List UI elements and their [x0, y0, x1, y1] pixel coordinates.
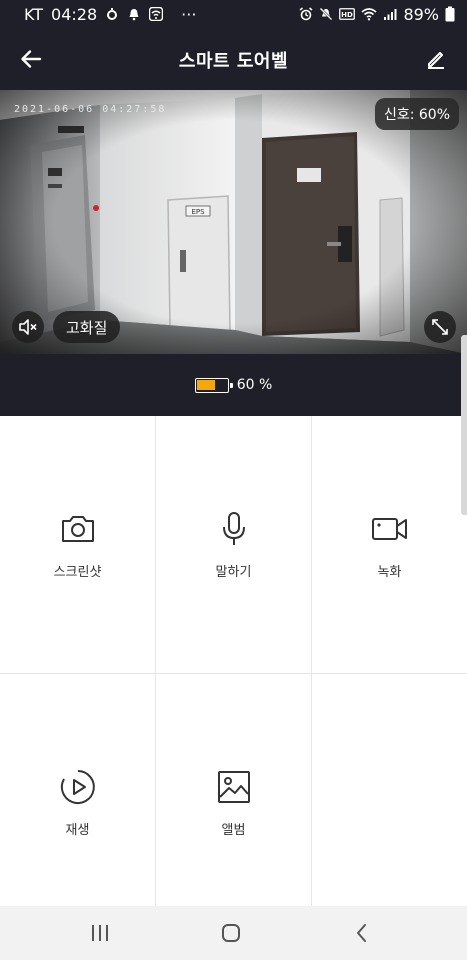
more-notifications: ··· — [181, 4, 197, 24]
album-label: 앨범 — [221, 823, 246, 838]
recent-apps-icon — [92, 925, 108, 941]
home-icon — [222, 924, 240, 942]
battery-fill — [197, 380, 215, 390]
speaker-mute-icon — [19, 319, 37, 335]
video-camera-icon — [371, 518, 407, 540]
alarm-icon — [299, 7, 313, 21]
playback-button[interactable]: 재생 — [0, 674, 155, 931]
screenshot-button[interactable]: 스크린샷 — [0, 416, 155, 673]
status-bar: KT 04:28 ··· HD 89% — [0, 0, 467, 28]
recent-apps-button[interactable] — [80, 920, 120, 946]
hd-icon: HD — [339, 8, 356, 20]
image-icon — [217, 771, 250, 803]
playback-label: 재생 — [65, 823, 90, 838]
home-button[interactable] — [211, 920, 251, 946]
usb-icon — [107, 8, 118, 20]
screenshot-label: 스크린샷 — [53, 565, 102, 580]
mute-button[interactable] — [12, 311, 44, 343]
carrier-label: KT — [24, 4, 44, 24]
fullscreen-button[interactable] — [424, 311, 456, 343]
record-button[interactable]: 녹화 — [312, 416, 467, 673]
cell-signal-icon — [384, 9, 397, 20]
signal-badge: 신호: 60% — [374, 98, 459, 130]
app-header: 스마트 도어벨 — [0, 28, 467, 90]
eps-sign-text: EPS — [191, 208, 205, 216]
battery-cap — [229, 382, 233, 388]
pencil-icon — [428, 52, 444, 69]
camera-timestamp: 2021-06-06 04:27:58 — [14, 104, 167, 115]
battery-icon — [445, 6, 455, 22]
battery-label: 60 % — [236, 377, 273, 393]
battery-gauge — [194, 377, 233, 393]
scrollbar[interactable] — [461, 335, 467, 515]
svg-text:HD: HD — [342, 11, 354, 19]
nav-back-icon — [357, 924, 366, 942]
talk-label: 말하기 — [215, 565, 252, 580]
page-title: 스마트 도어벨 — [178, 51, 289, 72]
record-label: 녹화 — [377, 565, 402, 580]
wifi-icon — [361, 8, 377, 21]
action-grid: 스크린샷 말하기 녹화 재생 앨범 — [0, 416, 467, 906]
notification-bell-icon — [129, 9, 139, 21]
quality-button[interactable]: 고화질 — [53, 311, 121, 343]
mute-icon — [320, 7, 333, 21]
expand-icon — [432, 319, 448, 335]
camera-icon — [61, 516, 94, 542]
battery-percent: 89% — [403, 4, 439, 24]
talk-button[interactable]: 말하기 — [156, 416, 311, 673]
microphone-icon — [222, 512, 245, 545]
status-left: KT 04:28 ··· — [24, 5, 196, 24]
battery-status: 60 % — [0, 354, 467, 416]
status-right: HD 89% — [299, 5, 455, 24]
clock: 04:28 — [51, 4, 98, 24]
edit-button[interactable] — [419, 43, 453, 75]
album-button[interactable]: 앨범 — [156, 674, 311, 931]
wifi-box-icon — [149, 7, 164, 21]
system-nav-bar — [0, 906, 467, 960]
camera-feed[interactable]: EPS 2021-06-06 04:27:58 신호: 60% 고화질 — [0, 90, 467, 354]
nav-back-button[interactable] — [342, 920, 382, 946]
play-circle-icon — [60, 770, 95, 804]
